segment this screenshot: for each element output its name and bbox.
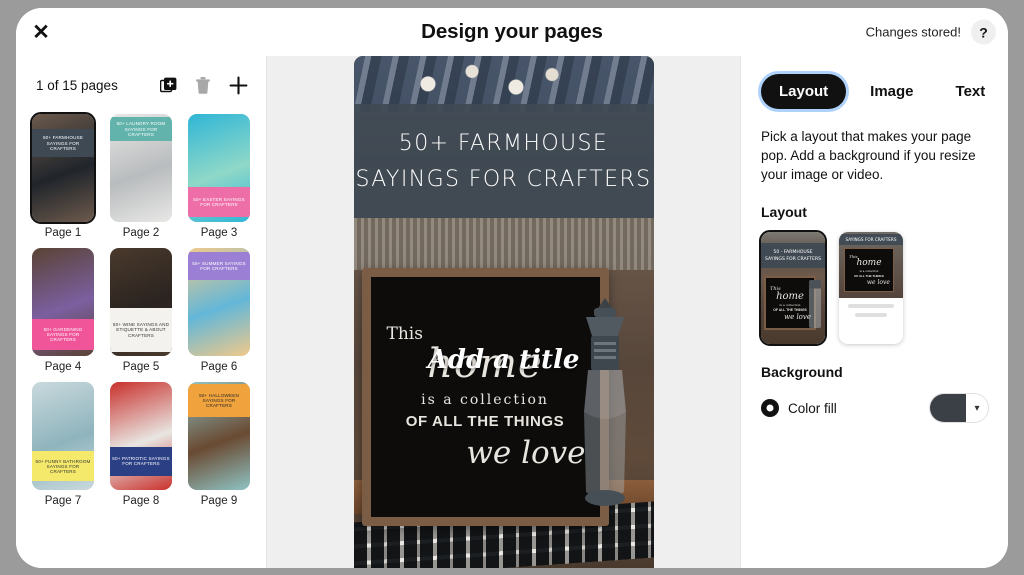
help-icon[interactable]: ?: [971, 19, 996, 45]
page-thumbnail-item[interactable]: 50+ PATRIOTIC SAYINGS FOR CRAFTERS Page 8: [106, 382, 176, 507]
page-thumbnail-item[interactable]: 50+ FUNNY BATHROOM SAYINGS FOR CRAFTERS P…: [28, 382, 98, 507]
duplicate-icon[interactable]: [160, 77, 177, 94]
page-thumbnail-item[interactable]: 50+ WINE SAYINGS AND ETIQUETTE & ABOUT C…: [106, 248, 176, 373]
page-preview[interactable]: 50+ FARMHOUSE SAYINGS FOR CRAFTERS This …: [353, 56, 654, 568]
page-thumbnail-label: Page 7: [44, 495, 82, 507]
color-fill-radio[interactable]: Color fill: [761, 399, 837, 418]
page-thumbnail-label: Page 5: [122, 361, 160, 373]
sign-line-4: OF ALL THE THINGS: [405, 412, 565, 430]
page-thumbnail-label: Page 6: [200, 361, 238, 373]
page-thumbnail-item[interactable]: 50+ LAUNDRY ROOM SAYINGS FOR CRAFTERS Pag…: [106, 114, 176, 239]
sign-line-5: we love: [466, 434, 586, 471]
page-thumbnail-6[interactable]: 50+ SUMMER SAYINGS FOR CRAFTERS: [188, 248, 250, 356]
add-title-placeholder[interactable]: Add a title: [354, 345, 654, 375]
preview-lantern-decor: [583, 298, 626, 506]
page-thumbnail-item[interactable]: 50+ GARDENING SAYINGS FOR CRAFTERS Page 4: [28, 248, 98, 373]
radio-selected-icon: [761, 399, 779, 418]
page-thumbnail-label: Page 9: [200, 495, 238, 507]
background-section-title: Background: [761, 364, 843, 381]
color-swatch-picker[interactable]: ▾: [930, 394, 988, 423]
layout-options: 50 - FARMHOUSE SAYINGS FOR CRAFTERS This…: [759, 230, 988, 347]
thumbnail-title-band: 50+ WINE SAYINGS AND ETIQUETTE & ABOUT C…: [110, 308, 172, 352]
layout-option-split[interactable]: SAYINGS FOR CRAFTERS This home is a coll…: [839, 232, 903, 345]
design-pages-modal: ✕ Design your pages Changes stored! ? 1 …: [16, 8, 1008, 568]
pages-sidebar: 1 of 15 pages 50+ FARMHOUSE SAYINGS FOR …: [16, 56, 267, 568]
thumbnail-title-band: 50+ EASTER SAYINGS FOR CRAFTERS: [188, 187, 250, 217]
page-thumbnail-4[interactable]: 50+ GARDENING SAYINGS FOR CRAFTERS: [32, 248, 94, 356]
page-thumbnail-2[interactable]: 50+ LAUNDRY ROOM SAYINGS FOR CRAFTERS: [110, 114, 172, 222]
preview-title-band: 50+ FARMHOUSE SAYINGS FOR CRAFTERS: [353, 104, 654, 218]
chevron-down-icon[interactable]: ▾: [965, 394, 988, 423]
page-thumbnail-5[interactable]: 50+ WINE SAYINGS AND ETIQUETTE & ABOUT C…: [110, 248, 172, 356]
properties-panel: Layout Image Text Pick a layout that makes…: [740, 56, 1008, 568]
page-thumbnail-label: Page 1: [44, 227, 82, 239]
thumbnail-title-band: 50+ SUMMER SAYINGS FOR CRAFTERS: [188, 252, 250, 281]
page-thumbnail-8[interactable]: 50+ PATRIOTIC SAYINGS FOR CRAFTERS: [110, 382, 172, 490]
tab-layout[interactable]: Layout: [761, 74, 847, 109]
page-thumbnail-label: Page 8: [122, 495, 160, 507]
page-thumbnail-7[interactable]: 50+ FUNNY BATHROOM SAYINGS FOR CRAFTERS: [32, 382, 94, 490]
thumbnail-title-band: 50+ HALLOWEEN SAYINGS FOR CRAFTERS: [188, 384, 250, 417]
layout-option-full-bleed[interactable]: 50 - FARMHOUSE SAYINGS FOR CRAFTERS This…: [759, 230, 827, 347]
thumbnail-title-band: 50+ FARMHOUSE SAYINGS FOR CRAFTERS: [32, 129, 94, 158]
color-fill-label: Color fill: [788, 400, 837, 416]
trash-icon[interactable]: [195, 76, 211, 94]
page-thumbnail-grid: 50+ FARMHOUSE SAYINGS FOR CRAFTERS Page 1…: [28, 112, 254, 507]
modal-body: 1 of 15 pages 50+ FARMHOUSE SAYINGS FOR …: [16, 56, 1008, 568]
sidebar-toolbar: 1 of 15 pages: [28, 70, 254, 100]
background-controls: Color fill ▾: [761, 394, 988, 423]
preview-chalkboard-sign: This home is a collection OF ALL THE THI…: [361, 268, 609, 526]
thumbnail-title-band: 50+ PATRIOTIC SAYINGS FOR CRAFTERS: [110, 446, 172, 476]
page-thumbnail-1[interactable]: 50+ FARMHOUSE SAYINGS FOR CRAFTERS: [30, 112, 96, 224]
color-swatch: [930, 394, 966, 423]
tab-image[interactable]: Image: [852, 74, 931, 109]
layout-section-title: Layout: [761, 204, 807, 221]
sign-line-3: is a collection: [421, 391, 549, 408]
thumbnail-title-band: 50+ FUNNY BATHROOM SAYINGS FOR CRAFTERS: [32, 451, 94, 482]
page-thumbnail-item[interactable]: 50+ FARMHOUSE SAYINGS FOR CRAFTERS Page 1: [28, 112, 98, 239]
thumbnail-title-band: 50+ LAUNDRY ROOM SAYINGS FOR CRAFTERS: [110, 117, 172, 141]
page-thumbnail-9[interactable]: 50+ HALLOWEEN SAYINGS FOR CRAFTERS: [188, 382, 250, 490]
page-thumbnail-3[interactable]: 50+ EASTER SAYINGS FOR CRAFTERS: [188, 114, 250, 222]
page-thumbnail-item[interactable]: 50+ HALLOWEEN SAYINGS FOR CRAFTERS Page 9: [184, 382, 254, 507]
panel-tabs: Layout Image Text: [761, 74, 988, 109]
page-thumbnail-label: Page 3: [200, 227, 238, 239]
page-count-label: 1 of 15 pages: [36, 77, 118, 93]
page-canvas: 50+ FARMHOUSE SAYINGS FOR CRAFTERS This …: [267, 56, 740, 568]
preview-title-line-1: 50+ FARMHOUSE: [398, 130, 609, 156]
sign-line-1: This: [386, 323, 423, 344]
page-title: Design your pages: [421, 20, 603, 43]
header-actions: Changes stored! ?: [865, 19, 996, 45]
thumbnail-title-band: 50+ GARDENING SAYINGS FOR CRAFTERS: [32, 319, 94, 350]
tab-text[interactable]: Text: [938, 74, 1004, 109]
layout-split-title: SAYINGS FOR CRAFTERS: [845, 237, 897, 243]
panel-description: Pick a layout that makes your page pop. …: [761, 129, 976, 183]
page-thumbnail-item[interactable]: 50+ SUMMER SAYINGS FOR CRAFTERS Page 6: [184, 248, 254, 373]
page-thumbnail-label: Page 4: [44, 361, 82, 373]
page-thumbnail-label: Page 2: [122, 227, 160, 239]
plus-icon[interactable]: [229, 76, 248, 95]
modal-header: ✕ Design your pages Changes stored! ?: [16, 8, 1008, 56]
page-thumbnail-item[interactable]: 50+ EASTER SAYINGS FOR CRAFTERS Page 3: [184, 114, 254, 239]
preview-title-line-2: SAYINGS FOR CRAFTERS: [355, 166, 652, 192]
status-badge: Changes stored!: [865, 24, 961, 40]
